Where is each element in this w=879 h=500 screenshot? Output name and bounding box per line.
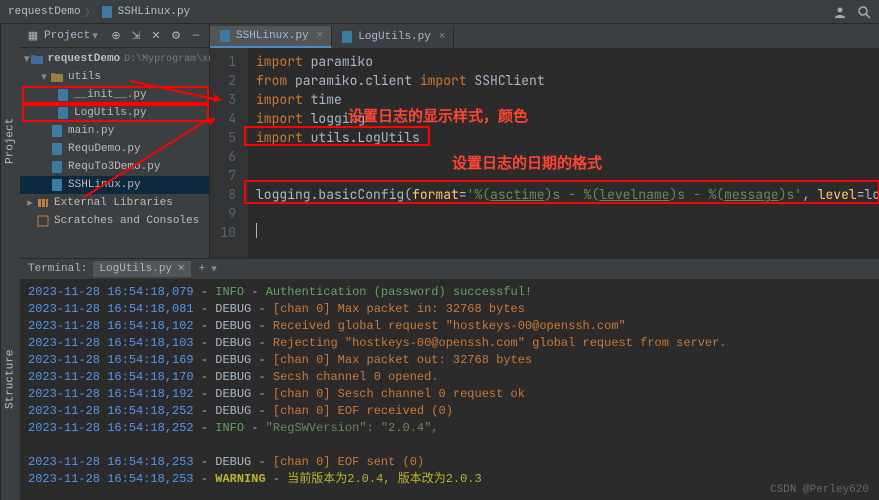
structure-tool-button[interactable]: Structure: [0, 258, 20, 500]
project-panel: ▦ Project ▾ ⊕ ⇲ ✕ ⚙ — ▾ requestDemo D:\M…: [20, 24, 210, 258]
terminal-tab[interactable]: LogUtils.py ×: [93, 261, 190, 277]
project-panel-title: Project: [44, 30, 90, 42]
python-file-icon: [50, 142, 64, 156]
navigation-bar: requestDemo 〉 SSHLinux.py: [0, 0, 879, 24]
hide-icon[interactable]: —: [189, 29, 203, 43]
tab-logutils[interactable]: LogUtils.py ×: [332, 26, 454, 48]
watermark-text: CSDN @Perley620: [770, 484, 869, 496]
tree-file-requdemo[interactable]: RequDemo.py: [20, 140, 209, 158]
python-file-icon: [56, 106, 70, 120]
close-icon[interactable]: ×: [317, 30, 324, 42]
python-file-icon: [50, 124, 64, 138]
project-panel-header: ▦ Project ▾ ⊕ ⇲ ✕ ⚙ —: [20, 24, 209, 48]
project-view-icon: ▦: [26, 29, 40, 43]
tree-scratches[interactable]: Scratches and Consoles: [20, 212, 209, 230]
project-tool-button[interactable]: Project: [0, 24, 20, 258]
library-icon: [36, 196, 50, 210]
breadcrumb-separator: 〉: [85, 4, 96, 20]
tree-root[interactable]: ▾ requestDemo D:\Myprogram\xunj: [20, 50, 209, 68]
folder-icon: [50, 70, 64, 84]
tree-file-main[interactable]: main.py: [20, 122, 209, 140]
add-terminal-icon[interactable]: +: [199, 263, 206, 275]
tree-file-reqto3[interactable]: RequTo3Demo.py: [20, 158, 209, 176]
python-file-icon: [100, 5, 114, 19]
terminal-output[interactable]: 2023-11-28 16:54:18,079 - INFO - Authent…: [20, 280, 879, 500]
code-content[interactable]: import paramiko from paramiko.client imp…: [248, 48, 879, 258]
editor-tabs: SSHLinux.py × LogUtils.py ×: [210, 24, 879, 48]
python-file-icon: [340, 30, 354, 44]
tab-label: LogUtils.py: [358, 31, 431, 43]
tree-utils-folder[interactable]: ▾ utils: [20, 68, 209, 86]
python-file-icon: [50, 160, 64, 174]
python-file-icon: [218, 29, 232, 43]
annotation-text-2: 设置日志的日期的格式: [452, 152, 602, 173]
gear-icon[interactable]: ⚙: [169, 29, 183, 43]
tree-file-init[interactable]: __init__.py: [22, 86, 209, 104]
terminal-title: Terminal:: [28, 263, 87, 275]
tab-sshlinux[interactable]: SSHLinux.py ×: [210, 26, 332, 48]
breadcrumb-file[interactable]: SSHLinux.py: [118, 6, 191, 18]
breadcrumb-project[interactable]: requestDemo: [8, 6, 81, 18]
tree-file-logutils[interactable]: LogUtils.py: [22, 104, 209, 122]
select-opened-icon[interactable]: ⊕: [109, 29, 123, 43]
search-icon[interactable]: [857, 5, 871, 19]
expand-icon[interactable]: ⇲: [129, 29, 143, 43]
breadcrumb: requestDemo 〉 SSHLinux.py: [8, 4, 190, 20]
python-file-icon: [50, 178, 64, 192]
tree-external-libraries[interactable]: ▸ External Libraries: [20, 194, 209, 212]
python-file-icon: [56, 88, 70, 102]
collapse-icon[interactable]: ✕: [149, 29, 163, 43]
line-gutter: 12345678910: [210, 48, 248, 258]
user-icon[interactable]: [833, 5, 847, 19]
terminal-header: Terminal: LogUtils.py × + ▾: [20, 258, 879, 280]
folder-icon: [30, 52, 44, 66]
scratches-icon: [36, 214, 50, 228]
annotation-text-1: 设置日志的显示样式，颜色: [348, 105, 528, 126]
code-editor[interactable]: 12345678910 import paramiko from paramik…: [210, 48, 879, 258]
close-icon[interactable]: ×: [439, 31, 446, 43]
project-tree[interactable]: ▾ requestDemo D:\Myprogram\xunj ▾ utils …: [20, 48, 209, 232]
tab-label: SSHLinux.py: [236, 30, 309, 42]
terminal-panel: Structure Terminal: LogUtils.py × + ▾ 20…: [0, 258, 879, 500]
editor-area: SSHLinux.py × LogUtils.py × 12345678910 …: [210, 24, 879, 258]
tree-file-sshlinux[interactable]: SSHLinux.py: [20, 176, 209, 194]
close-icon[interactable]: ×: [178, 263, 185, 275]
